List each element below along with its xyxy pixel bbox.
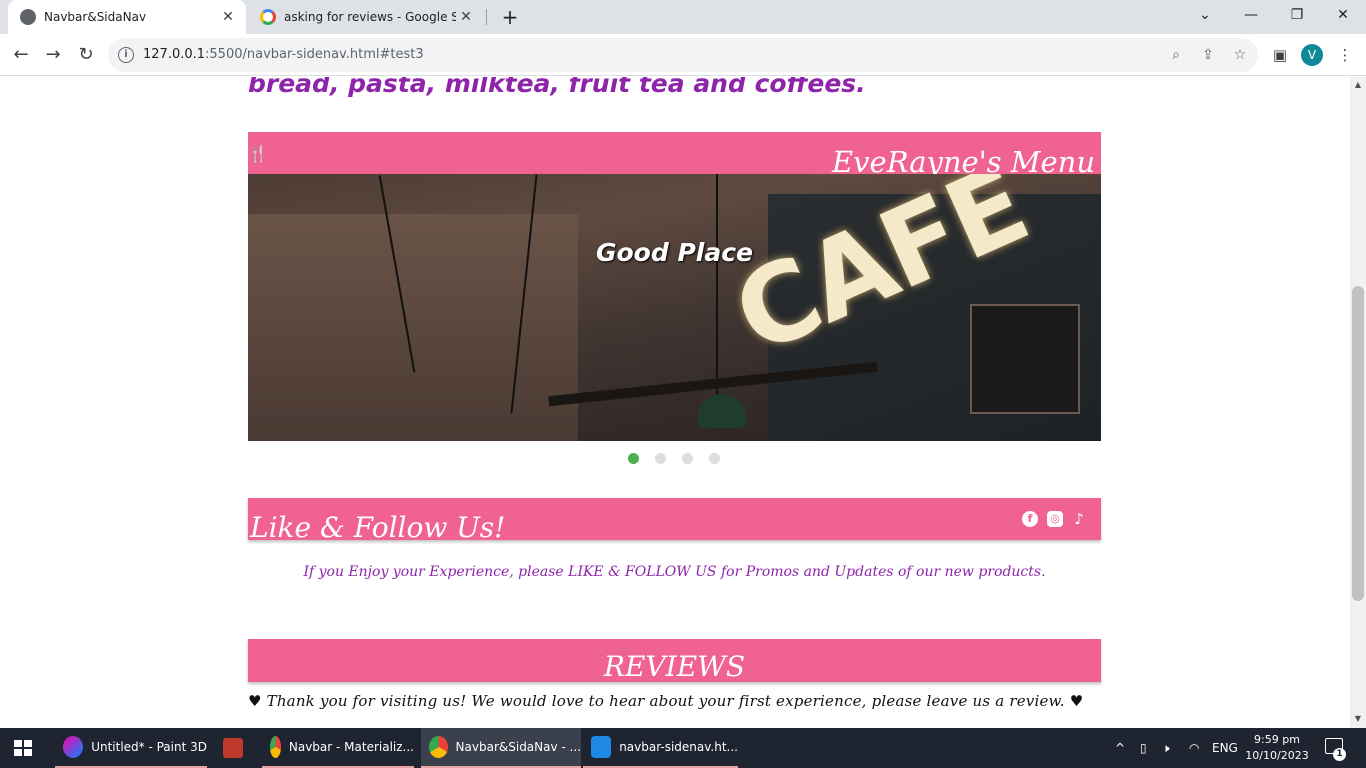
chrome-icon: [270, 736, 281, 758]
taskbar-item-paint3d[interactable]: Untitled* - Paint 3D: [55, 728, 207, 768]
globe-icon: [20, 9, 36, 25]
follow-header-bar: Like & Follow Us! f ◎ ♪: [248, 498, 1101, 544]
scroll-up-arrow-icon[interactable]: ▲: [1350, 80, 1366, 89]
taskbar-item-vscode[interactable]: navbar-sidenav.ht...: [583, 728, 738, 768]
site-info-icon[interactable]: i: [118, 47, 134, 63]
instagram-icon[interactable]: ◎: [1047, 511, 1063, 527]
scrollbar-thumb[interactable]: [1352, 286, 1364, 601]
menu-kebab-icon[interactable]: ⋮: [1332, 42, 1358, 68]
menu-header-bar: 🍴 EveRayne's Menu: [248, 132, 1101, 179]
tab-title: asking for reviews - Google Sear: [284, 10, 456, 24]
tray-chevron-icon[interactable]: ^: [1115, 728, 1125, 768]
carousel-dot-3[interactable]: [682, 453, 693, 464]
follow-title: Like & Follow Us!: [250, 511, 506, 544]
paint3d-icon: [63, 736, 84, 758]
reviews-header-bar: REVIEWS: [248, 639, 1101, 683]
tab-google-search[interactable]: asking for reviews - Google Sear ✕: [248, 0, 484, 34]
carousel-dot-4[interactable]: [709, 453, 720, 464]
volume-icon[interactable]: 🕨: [1162, 728, 1170, 768]
notification-count-badge: 1: [1333, 748, 1346, 761]
clock-date: 10/10/2023: [1245, 749, 1309, 762]
page-viewport: bread, pasta, milktea, fruit tea and cof…: [0, 77, 1350, 728]
side-panel-icon[interactable]: ▣: [1267, 42, 1293, 68]
zoom-icon[interactable]: ⌕: [1166, 45, 1186, 65]
url-path: :5500/navbar-sidenav.html#test3: [205, 47, 424, 62]
utensils-icon: 🍴: [248, 144, 268, 163]
close-tab-icon[interactable]: ✕: [218, 9, 238, 25]
carousel-indicators: [628, 453, 720, 464]
tab-divider: [486, 9, 487, 25]
lamp-wire: [716, 174, 718, 396]
restore-button[interactable]: ❐: [1274, 0, 1320, 30]
windows-start-icon[interactable]: [14, 740, 32, 756]
vscode-icon: [591, 736, 612, 758]
carousel-dot-2[interactable]: [655, 453, 666, 464]
reviews-title: REVIEWS: [603, 650, 746, 683]
profile-avatar[interactable]: V: [1301, 44, 1323, 66]
back-button[interactable]: ←: [8, 42, 34, 68]
facebook-icon[interactable]: f: [1022, 511, 1038, 527]
windows-taskbar: Untitled* - Paint 3D Navbar - Materializ…: [0, 728, 1366, 768]
new-tab-button[interactable]: +: [498, 5, 522, 29]
taskbar-item-app[interactable]: [215, 728, 255, 768]
tray-device-icon[interactable]: ▯: [1140, 728, 1147, 768]
bookmark-star-icon[interactable]: ☆: [1230, 45, 1250, 65]
address-bar[interactable]: i 127.0.0.1:5500/navbar-sidenav.html#tes…: [108, 38, 1258, 72]
clock-time: 9:59 pm: [1254, 733, 1300, 746]
reviews-message: ♥ Thank you for visiting us! We would lo…: [248, 692, 1084, 710]
image-carousel[interactable]: CAFE Good Place: [248, 174, 1101, 441]
page-scrollbar[interactable]: ▲ ▼: [1350, 77, 1366, 728]
tiktok-icon[interactable]: ♪: [1071, 511, 1087, 527]
taskbar-label: Untitled* - Paint 3D: [91, 740, 207, 754]
reload-button[interactable]: ↻: [73, 42, 99, 68]
close-window-button[interactable]: ✕: [1320, 0, 1366, 30]
taskbar-label: Navbar - Materializ...: [288, 740, 414, 754]
browser-tab-strip: Navbar&SidaNav ✕ asking for reviews - Go…: [0, 0, 1366, 34]
google-icon: [260, 9, 276, 25]
taskbar-item-chrome-navbar[interactable]: Navbar&SidaNav - ...: [421, 728, 581, 768]
taskbar-item-chrome-materialize[interactable]: Navbar - Materializ...: [262, 728, 414, 768]
minimize-button[interactable]: —: [1228, 0, 1274, 30]
tab-title: Navbar&SidaNav: [44, 10, 147, 24]
carousel-caption: Good Place: [595, 238, 753, 267]
language-indicator[interactable]: ENG: [1212, 728, 1238, 768]
menu-board: [970, 304, 1080, 414]
url-text[interactable]: 127.0.0.1:5500/navbar-sidenav.html#test3: [143, 47, 424, 62]
taskbar-label: Navbar&SidaNav - ...: [455, 740, 581, 754]
system-clock[interactable]: 9:59 pm 10/10/2023: [1238, 732, 1316, 764]
carousel-dot-1[interactable]: [628, 453, 639, 464]
tab-search-icon[interactable]: ⌄: [1182, 0, 1228, 30]
url-host: 127.0.0.1: [143, 47, 206, 62]
follow-message: If you Enjoy your Experience, please LIK…: [303, 564, 1046, 580]
pendant-lamp: [698, 394, 746, 428]
browser-toolbar: ← → ↻ i 127.0.0.1:5500/navbar-sidenav.ht…: [0, 34, 1366, 76]
forward-button[interactable]: →: [40, 42, 66, 68]
close-tab-icon[interactable]: ✕: [456, 9, 476, 25]
tab-navbar-sidanav[interactable]: Navbar&SidaNav ✕: [8, 0, 246, 34]
chrome-icon: [429, 736, 448, 758]
app-icon: [223, 738, 243, 758]
taskbar-label: navbar-sidenav.ht...: [619, 740, 738, 754]
share-icon[interactable]: ⇪: [1198, 45, 1218, 65]
scroll-down-arrow-icon[interactable]: ▼: [1350, 714, 1366, 723]
intro-text: bread, pasta, milktea, fruit tea and cof…: [248, 77, 866, 98]
network-icon[interactable]: ◠: [1189, 728, 1199, 768]
